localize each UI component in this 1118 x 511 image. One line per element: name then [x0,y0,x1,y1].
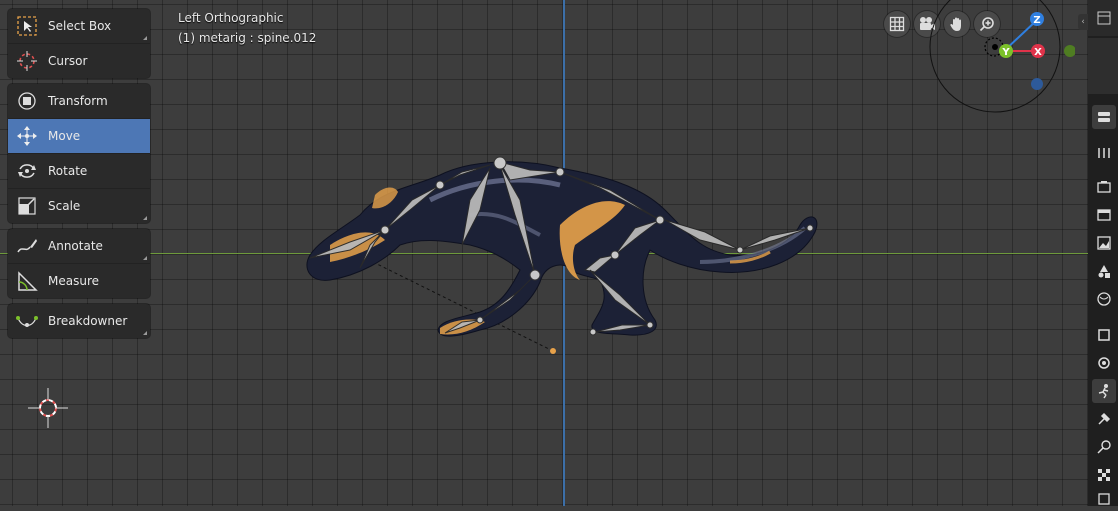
gizmo-y-axis[interactable]: Y [999,44,1013,58]
scale-icon [14,193,40,219]
modifier-icon[interactable] [1092,351,1116,375]
corner-indicator [143,36,147,40]
tool-transform[interactable]: Transform [8,84,150,119]
tool-label: Measure [48,274,99,288]
view-name: Left Orthographic [178,11,284,25]
breakdowner-icon [14,308,40,334]
svg-text:X: X [1034,47,1042,58]
svg-text:Z: Z [1033,15,1040,26]
toolbar-select-group: Select Box Cursor [8,9,150,78]
corner-indicator [143,331,147,335]
tool-annotate[interactable]: Annotate [8,229,150,264]
tool-breakdowner[interactable]: Breakdowner [8,304,150,338]
object-info: (1) metarig : spine.012 [178,31,317,45]
svg-text:Y: Y [1001,47,1010,58]
toolbar-annotate-group: Annotate Measure [8,229,150,298]
properties-sidebar [1088,0,1118,506]
particles-icon[interactable] [1092,379,1116,403]
tool-label: Select Box [48,19,112,33]
display-mode-icon[interactable] [1092,105,1116,129]
render-icon[interactable] [1092,175,1116,199]
constraints-icon[interactable] [1092,435,1116,459]
measure-icon [14,268,40,294]
tool-select-box[interactable]: Select Box [8,9,150,44]
toolbar-breakdowner-group: Breakdowner [8,304,150,338]
data-icon[interactable] [1092,487,1116,511]
gizmo-x-axis[interactable]: X [1031,44,1045,58]
tool-rotate[interactable]: Rotate [8,154,150,189]
gizmo-z-axis[interactable]: Z [1030,12,1044,26]
sidebar-header-panel [1088,38,1118,94]
3d-viewport[interactable]: Left Orthographic (1) metarig : spine.01… [0,0,1088,506]
measure-endpoint [550,348,556,354]
annotate-icon [14,233,40,259]
grid-view-icon[interactable] [884,11,910,37]
transform-icon [14,88,40,114]
move-icon [14,123,40,149]
scene-icon[interactable] [1092,259,1116,283]
corner-indicator [143,216,147,220]
tool-label: Transform [48,94,108,108]
tool-label: Rotate [48,164,88,178]
texture-icon[interactable] [1092,463,1116,487]
view-layer-icon[interactable] [1092,231,1116,255]
world-icon[interactable] [1092,287,1116,311]
tool-cursor[interactable]: Cursor [8,44,150,78]
rotate-icon [14,158,40,184]
select-box-icon [14,13,40,39]
tool-label: Breakdowner [48,314,128,328]
tool-measure[interactable]: Measure [8,264,150,298]
tool-scale[interactable]: Scale [8,189,150,223]
corner-indicator [143,256,147,260]
tool-label: Scale [48,199,81,213]
3d-cursor-icon [28,388,68,428]
tool-label: Move [48,129,81,143]
object-icon[interactable] [1092,323,1116,347]
cursor-icon [14,48,40,74]
tool-label: Annotate [48,239,103,253]
physics-icon[interactable] [1092,407,1116,431]
tool-label: Cursor [48,54,88,68]
tool-move[interactable]: Move [8,119,150,154]
editor-type-icon[interactable] [1092,6,1116,30]
navigation-gizmo[interactable]: Z Y X [925,0,1075,120]
collapse-arrow-icon[interactable]: ‹ [1078,14,1088,30]
tool-icon[interactable] [1092,141,1116,165]
toolbar-transform-group: Transform Move Rotate Scale [8,84,150,223]
output-icon[interactable] [1092,203,1116,227]
